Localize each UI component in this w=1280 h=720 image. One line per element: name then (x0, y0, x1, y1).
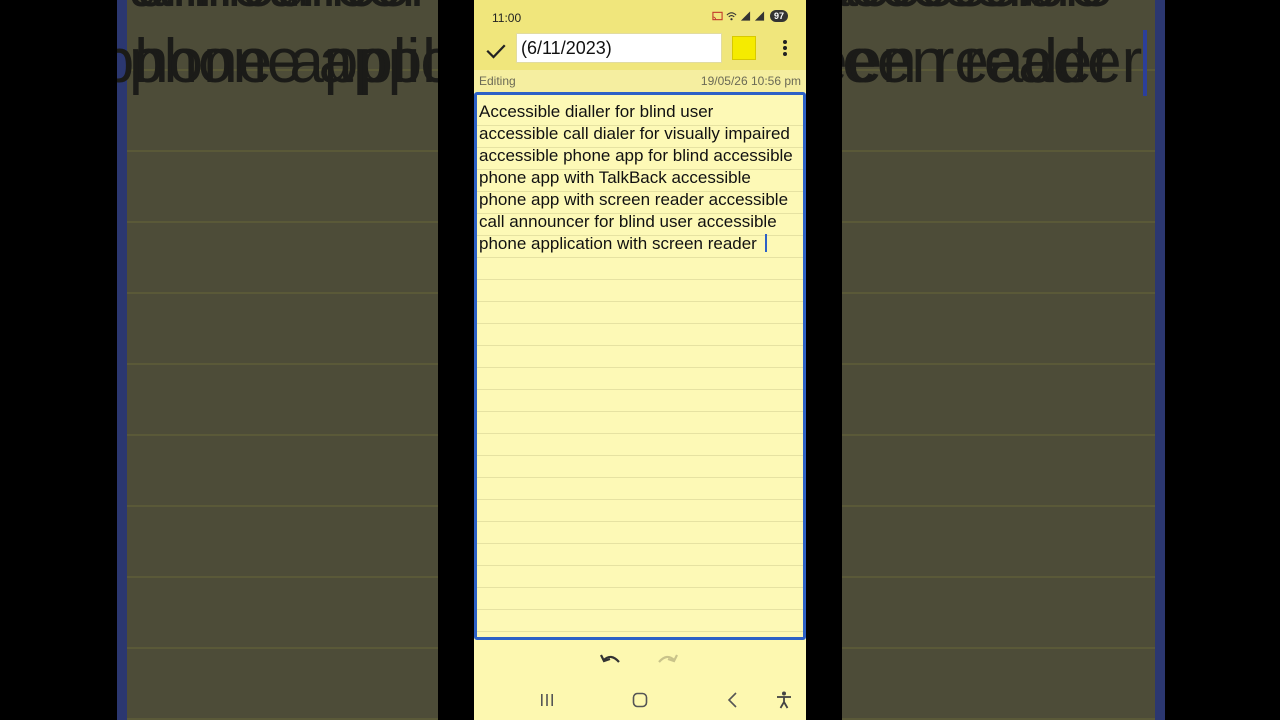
edit-mode-label: Editing (479, 74, 516, 88)
background-caret (1143, 30, 1147, 96)
note-toolbar: (6/11/2023) (474, 32, 806, 70)
battery-indicator: 97 (769, 10, 788, 22)
note-body-text: Accessible dialler for blind user access… (479, 102, 793, 253)
back-icon[interactable] (722, 690, 744, 710)
note-info-bar: Editing 19/05/26 10:56 pm (474, 70, 806, 92)
note-editor[interactable]: Accessible dialler for blind user access… (474, 92, 806, 640)
phone-screen: 11:00 97 (6/11/2023) Editing 19/05/26 10… (474, 0, 806, 720)
redo-icon[interactable] (654, 650, 680, 670)
check-icon[interactable] (484, 39, 508, 63)
frame-shadow-right (806, 0, 842, 720)
status-bar: 11:00 97 (474, 0, 806, 32)
note-timestamp: 19/05/26 10:56 pm (700, 74, 801, 88)
cast-icon (712, 11, 723, 21)
background-edge-left (117, 0, 127, 720)
wifi-icon (726, 12, 737, 21)
system-nav-bar (474, 680, 806, 720)
accessibility-icon[interactable] (773, 690, 795, 710)
recents-icon[interactable] (536, 690, 558, 710)
status-time: 11:00 (492, 11, 522, 25)
status-icons: 97 (712, 10, 788, 22)
note-color-button[interactable] (732, 36, 756, 60)
undo-icon[interactable] (598, 650, 624, 670)
signal-icon (740, 11, 751, 21)
signal-icon (754, 11, 765, 21)
home-icon[interactable] (629, 690, 651, 710)
edit-actions-bar (474, 640, 806, 680)
frame-shadow-left (438, 0, 474, 720)
note-title-field[interactable]: (6/11/2023) (516, 33, 722, 63)
more-vert-icon[interactable] (774, 38, 796, 62)
background-edge-right (1155, 0, 1165, 720)
text-caret (764, 234, 767, 252)
